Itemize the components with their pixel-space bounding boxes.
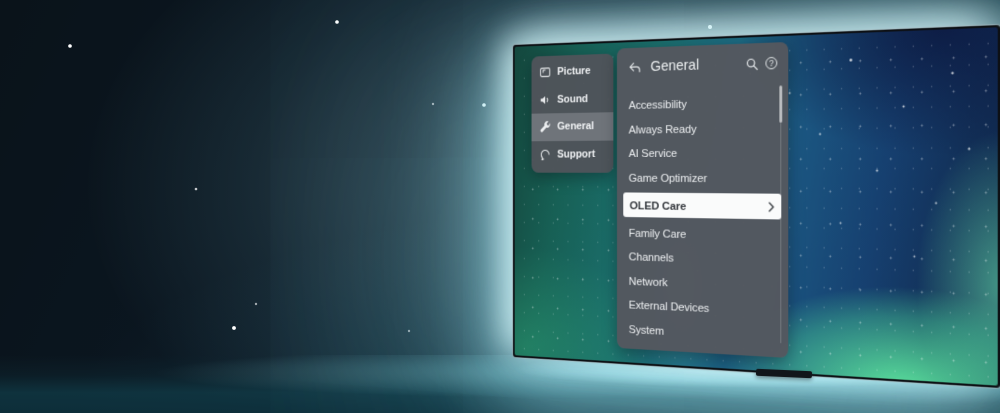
sidebar-item-label: Support <box>557 148 595 160</box>
sidebar-item-general[interactable]: General <box>532 112 614 141</box>
sidebar-item-label: Picture <box>557 65 590 78</box>
menu-item-label: External Devices <box>629 298 710 316</box>
menu-item-label: System <box>629 322 664 338</box>
menu-item-game-optimizer[interactable]: Game Optimizer <box>617 166 788 191</box>
panel-header: General ? <box>617 42 788 76</box>
search-icon <box>746 57 759 71</box>
tv: Picture Sound General Sup <box>513 25 1000 388</box>
scene: Picture Sound General Sup <box>0 0 1000 413</box>
help-button[interactable]: ? <box>765 57 777 70</box>
sidebar-item-sound[interactable]: Sound <box>532 84 614 113</box>
back-arrow-icon <box>629 61 641 73</box>
picture-icon <box>539 66 551 80</box>
help-icon: ? <box>765 57 777 70</box>
search-button[interactable] <box>746 57 759 71</box>
panel-title: General <box>651 56 740 75</box>
settings-sidebar: Picture Sound General Sup <box>532 54 614 173</box>
sidebar-item-picture[interactable]: Picture <box>532 57 614 87</box>
settings-panel: General ? Accessibility Always Ready AI … <box>617 42 788 358</box>
screen-bright-stars <box>515 47 516 48</box>
sidebar-item-label: General <box>557 121 594 133</box>
menu-item-label: Network <box>629 274 668 289</box>
sidebar-item-support[interactable]: Support <box>532 140 614 168</box>
wrench-icon <box>539 120 551 134</box>
menu-item-always-ready[interactable]: Always Ready <box>617 115 788 142</box>
back-button[interactable] <box>629 61 641 73</box>
menu-item-label: Game Optimizer <box>629 171 707 185</box>
headset-icon <box>539 148 551 161</box>
scrollbar-track <box>780 86 781 344</box>
sidebar-item-label: Sound <box>557 93 588 105</box>
menu-item-label: Channels <box>629 250 674 265</box>
menu-item-label: OLED Care <box>630 198 687 213</box>
settings-menu: Accessibility Always Ready AI Service Ga… <box>617 89 788 350</box>
sound-icon <box>539 93 551 107</box>
menu-item-label: Family Care <box>629 226 686 241</box>
menu-item-label: Accessibility <box>629 97 687 112</box>
chevron-right-icon <box>768 202 774 212</box>
menu-item-accessibility[interactable]: Accessibility <box>617 89 788 117</box>
menu-item-ai-service[interactable]: AI Service <box>617 140 788 165</box>
menu-item-label: Always Ready <box>629 122 697 137</box>
background-stars <box>0 0 2 2</box>
menu-item-label: AI Service <box>629 146 677 160</box>
menu-item-oled-care[interactable]: OLED Care <box>623 193 781 220</box>
scrollbar-thumb[interactable] <box>779 85 782 122</box>
